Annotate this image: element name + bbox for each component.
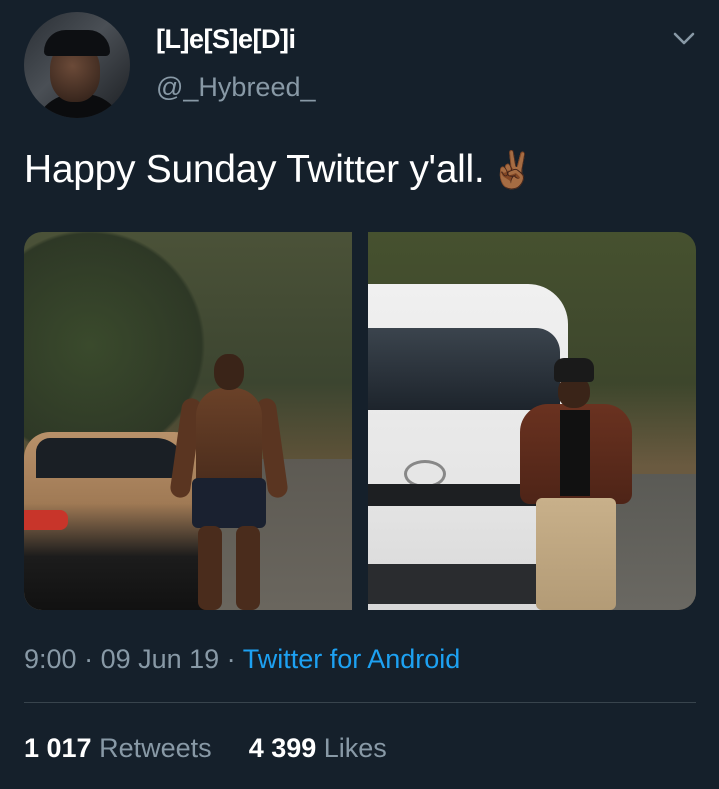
user-handle[interactable]: @_Hybreed_ [156,72,316,103]
retweets-label[interactable]: Retweets [99,733,212,763]
tweet-source-link[interactable]: Twitter for Android [243,644,461,674]
tweet-time[interactable]: 9:00 [24,644,77,674]
tweet-text: Happy Sunday Twitter y'all. ✌🏾 [24,148,535,192]
victory-hand-emoji: ✌🏾 [490,149,535,190]
person-illustration [169,354,289,610]
avatar-cap [44,30,110,56]
chevron-down-icon[interactable] [670,28,698,48]
tweet-text-body: Happy Sunday Twitter y'all. [24,148,485,191]
retweets-count[interactable]: 1 017 [24,733,92,763]
divider [24,702,696,703]
meta-separator: · [219,644,243,674]
likes-label[interactable]: Likes [324,733,387,763]
likes-count[interactable]: 4 399 [249,733,317,763]
person-illustration [514,358,638,610]
tweet-meta: 9:00 · 09 Jun 19 · Twitter for Android [24,644,460,675]
tweet-date[interactable]: 09 Jun 19 [101,644,220,674]
photo-left[interactable] [24,232,352,610]
media-grid [24,232,696,610]
meta-separator: · [76,644,101,674]
display-name[interactable]: [L]e[S]e[D]i [156,24,296,55]
avatar[interactable] [24,12,130,118]
photo-right[interactable] [368,232,696,610]
tweet-stats: 1 017 Retweets 4 399 Likes [24,733,387,764]
